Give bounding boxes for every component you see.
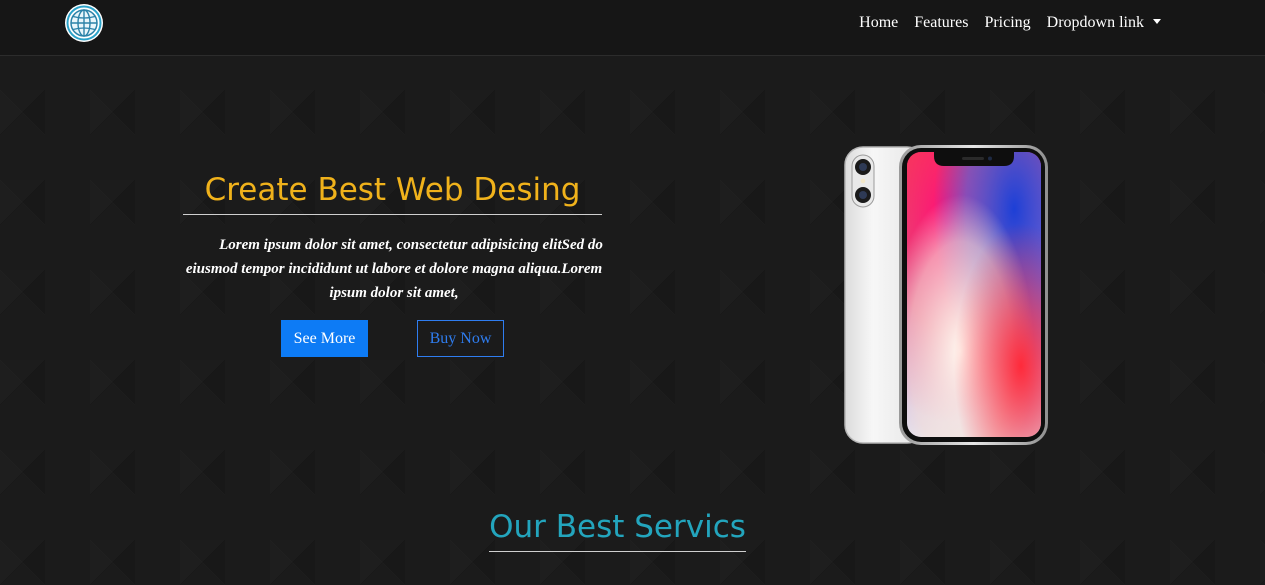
nav-link-features[interactable]: Features <box>906 12 976 34</box>
hero-description: Lorem ipsum dolor sit amet, consectetur … <box>185 237 603 301</box>
hero-title: Create Best Web Desing <box>183 170 602 215</box>
nav-link-pricing[interactable]: Pricing <box>976 12 1038 34</box>
nav-link-home[interactable]: Home <box>851 12 906 34</box>
services-title: Our Best Servics <box>489 507 746 552</box>
dropdown-link-label: Dropdown link <box>1046 14 1144 31</box>
caret-down-icon <box>1153 19 1161 24</box>
globe-icon[interactable] <box>64 3 104 43</box>
smartphone-image <box>842 145 1048 445</box>
buy-now-button[interactable]: Buy Now <box>417 320 504 357</box>
see-more-button[interactable]: See More <box>281 320 368 357</box>
navbar: Home Features Pricing Dropdown link <box>0 0 1265 56</box>
nav-dropdown-link[interactable]: Dropdown link <box>1039 12 1169 34</box>
nav-menu: Home Features Pricing Dropdown link <box>851 12 1169 34</box>
